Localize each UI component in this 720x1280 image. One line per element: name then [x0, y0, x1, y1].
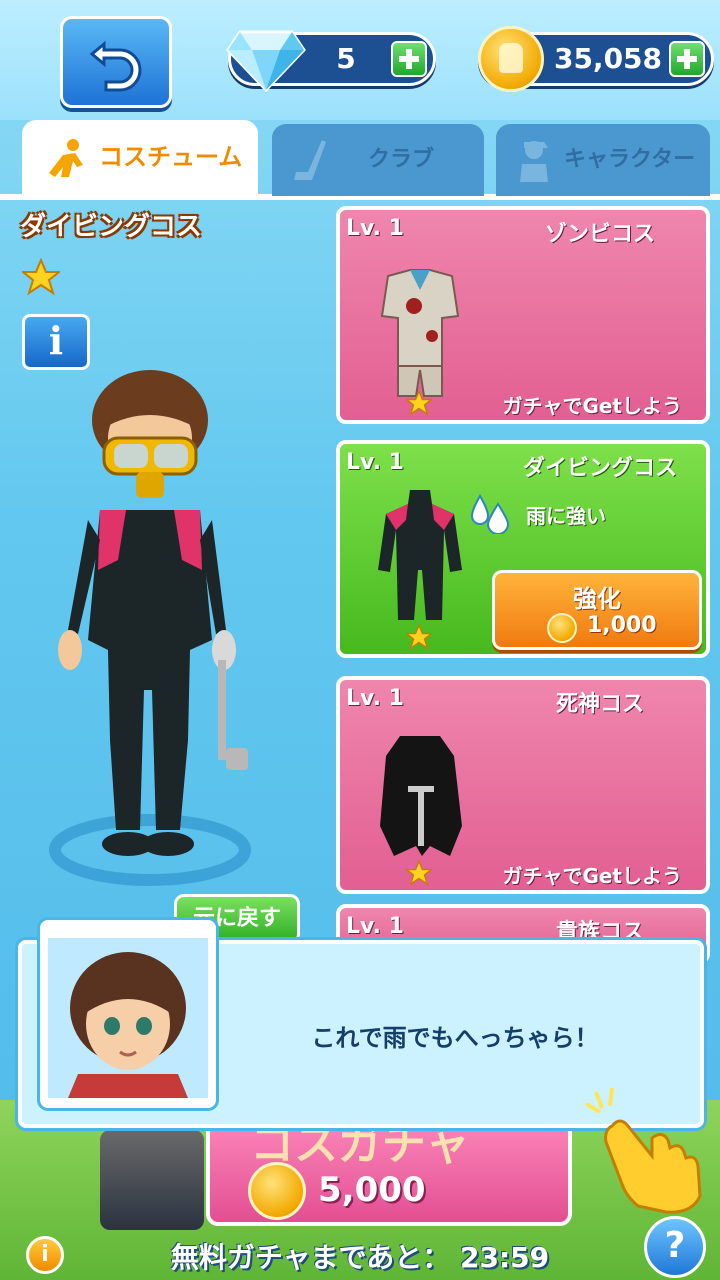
coin-icon: [478, 26, 544, 92]
star-icon: [22, 258, 60, 296]
costume-name: 死神コス: [555, 692, 644, 717]
upgrade-label: 強化: [573, 585, 621, 613]
upgrade-price: 1,000: [587, 613, 657, 638]
gem-count: 5: [336, 42, 356, 75]
rain-drop-icon: [470, 494, 510, 534]
costume-level: Lv. 1: [346, 686, 404, 711]
costume-name: ダイビングコス: [522, 456, 677, 481]
gacha-character-image: [100, 1130, 204, 1230]
tab-club[interactable]: クラブ: [272, 124, 484, 196]
costume-name: ゾンビコス: [544, 222, 655, 247]
gacha-hint: ガチャでGetしよう: [502, 864, 682, 888]
gacha-price: 5,000: [318, 1170, 426, 1210]
costume-card-zombie[interactable]: Lv. 1 ゾンビコス ガチャでGetしよう: [336, 206, 710, 424]
diving-suit-image: [378, 490, 462, 620]
back-button[interactable]: [60, 16, 172, 108]
tab-costume[interactable]: コスチューム: [22, 120, 258, 198]
character-icon: [520, 141, 548, 182]
help-button[interactable]: ?: [644, 1216, 706, 1278]
costume-level: Lv. 1: [346, 914, 404, 939]
selected-costume-name: ダイビングコス: [20, 212, 203, 242]
speaker-face: [48, 938, 208, 1098]
tab-character-label: キャラクター: [564, 147, 696, 172]
speaker-portrait: [40, 920, 216, 1108]
add-coins-button[interactable]: [669, 41, 705, 77]
tab-bar: コスチューム クラブ キャラクター: [0, 120, 720, 198]
golf-club-icon: [294, 140, 326, 180]
dialog-text: これで雨でもへっちゃら！: [311, 1024, 599, 1052]
costume-level: Lv. 1: [346, 216, 404, 241]
coin-count: 35,058: [553, 42, 663, 75]
undo-arrow-icon: [89, 40, 142, 92]
upgrade-button[interactable]: 強化 1,000: [492, 570, 702, 650]
costume-level: Lv. 1: [346, 450, 404, 475]
star-icon: [406, 624, 432, 650]
free-gacha-timer: 無料ガチャまであと： 23:59: [170, 1241, 550, 1274]
costume-card-reaper[interactable]: Lv. 1 死神コス ガチャでGetしよう: [336, 676, 710, 894]
costume-figure-icon: [49, 139, 83, 177]
tab-club-label: クラブ: [368, 147, 435, 172]
ability-text: 雨に強い: [526, 504, 606, 528]
zombie-outfit-image: [380, 269, 460, 397]
reaper-robe-image: [380, 736, 462, 856]
tap-hand-icon: [585, 1087, 702, 1214]
coin-icon: [248, 1162, 306, 1220]
add-gems-button[interactable]: [391, 41, 427, 77]
coin-icon: [547, 613, 577, 643]
star-icon: [406, 390, 432, 416]
tab-character[interactable]: キャラクター: [496, 124, 710, 196]
costume-card-diving[interactable]: Lv. 1 ダイビングコス 雨に強い 強化 1,000: [336, 440, 710, 658]
diamond-icon: [226, 30, 306, 93]
tab-costume-label: コスチューム: [99, 143, 243, 171]
star-icon: [406, 860, 432, 886]
character-preview[interactable]: [40, 360, 280, 900]
gacha-hint: ガチャでGetしよう: [502, 394, 682, 418]
